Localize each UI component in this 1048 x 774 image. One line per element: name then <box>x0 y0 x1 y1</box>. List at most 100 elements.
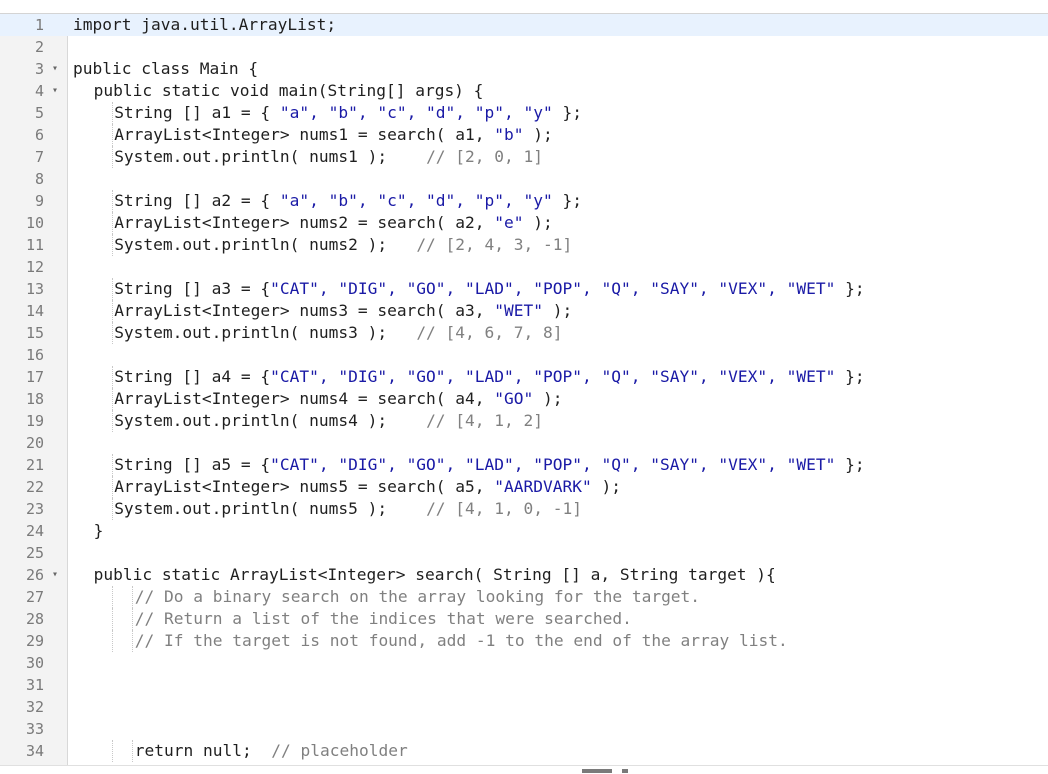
indent-guide <box>111 322 113 344</box>
indent-guide <box>111 102 113 124</box>
indent-guide <box>132 608 134 630</box>
code-comment: // Return a list of the indices that wer… <box>134 609 632 628</box>
code-text: // If the target is not found, add -1 to… <box>135 630 788 652</box>
code-text: String [] a3 = {"CAT", "DIG", "GO", "LAD… <box>114 278 864 300</box>
code-line[interactable]: 1 import java.util.ArrayList; <box>0 14 1048 36</box>
code-text: public static ArrayList<Integer> search(… <box>94 564 776 586</box>
code-text: // Do a binary search on the array looki… <box>135 586 700 608</box>
code-line[interactable]: 27 // Do a binary search on the array loo… <box>0 586 1048 608</box>
code-line[interactable]: 12 <box>0 256 1048 278</box>
fold-toggle-icon[interactable]: ▾ <box>49 58 61 80</box>
code-line[interactable]: 3 ▾ public class Main { <box>0 58 1048 80</box>
code-line[interactable]: 21 String [] a5 = {"CAT", "DIG", "GO", "L… <box>0 454 1048 476</box>
line-number: 25 <box>25 544 44 562</box>
fold-toggle-icon[interactable]: ▾ <box>49 564 61 586</box>
code-line[interactable]: 2 <box>0 36 1048 58</box>
line-number: 9 <box>34 192 44 210</box>
code-line[interactable]: 16 <box>0 344 1048 366</box>
code-comment: // [4, 1, 2] <box>426 411 544 430</box>
code-line[interactable]: 13 String [] a3 = {"CAT", "DIG", "GO", "L… <box>0 278 1048 300</box>
indent-guide <box>132 740 134 762</box>
code-line[interactable]: 10 ArrayList<Integer> nums2 = search( a2,… <box>0 212 1048 234</box>
code-text: // Return a list of the indices that wer… <box>135 608 632 630</box>
code-line[interactable]: 19 System.out.println( nums4 ); // [4, 1,… <box>0 410 1048 432</box>
code-string: "a", "b", "c", "d", "p", "y" <box>279 191 553 210</box>
code-line[interactable]: 23 System.out.println( nums5 ); // [4, 1,… <box>0 498 1048 520</box>
code-line[interactable]: 34 return null; // placeholder <box>0 740 1048 762</box>
line-number: 17 <box>25 368 44 386</box>
code-string: "GO" <box>494 389 534 408</box>
code-line[interactable]: 30 <box>0 652 1048 674</box>
code-line[interactable]: 25 <box>0 542 1048 564</box>
code-token: ArrayList<Integer> nums5 = search( a5, <box>114 477 495 496</box>
code-line[interactable]: 15 System.out.println( nums3 ); // [4, 6,… <box>0 322 1048 344</box>
line-number: 33 <box>25 720 44 738</box>
code-line[interactable]: 14 ArrayList<Integer> nums3 = search( a3,… <box>0 300 1048 322</box>
code-editor[interactable]: 1 import java.util.ArrayList; 2 3 ▾ public cl… <box>0 0 1048 774</box>
code-line[interactable]: 24} <box>0 520 1048 542</box>
code-token: ); <box>543 301 573 320</box>
line-number: 29 <box>25 632 44 650</box>
code-comment: // Do a binary search on the array looki… <box>134 587 701 606</box>
code-line[interactable]: 7 System.out.println( nums1 ); // [2, 0, … <box>0 146 1048 168</box>
code-line[interactable]: 22 ArrayList<Integer> nums5 = search( a5,… <box>0 476 1048 498</box>
code-text: System.out.println( nums2 ); // [2, 4, 3… <box>114 234 572 256</box>
code-token: System.out.println( nums5 ); <box>114 499 427 518</box>
indent-guide <box>111 212 113 234</box>
code-comment: // [4, 6, 7, 8] <box>416 323 563 342</box>
code-token: ); <box>533 389 563 408</box>
code-token: ); <box>523 213 553 232</box>
code-line[interactable]: 11 System.out.println( nums2 ); // [2, 4,… <box>0 234 1048 256</box>
code-line[interactable]: 26 ▾ public static ArrayList<Integer> sear… <box>0 564 1048 586</box>
scrollbar-indicator[interactable] <box>582 769 612 773</box>
code-line[interactable]: 32 <box>0 696 1048 718</box>
line-number: 7 <box>34 148 44 166</box>
code-line[interactable]: 6 ArrayList<Integer> nums1 = search( a1, … <box>0 124 1048 146</box>
line-number: 32 <box>25 698 44 716</box>
code-line[interactable]: 28 // Return a list of the indices that w… <box>0 608 1048 630</box>
code-token: String [] a3 = { <box>114 279 271 298</box>
code-text: return null; // placeholder <box>135 740 408 762</box>
code-text: String [] a4 = {"CAT", "DIG", "GO", "LAD… <box>114 366 864 388</box>
code-line[interactable]: 8 <box>0 168 1048 190</box>
code-token: System.out.println( nums4 ); <box>114 411 427 430</box>
code-comment: // [4, 1, 0, -1] <box>426 499 582 518</box>
code-text: System.out.println( nums4 ); // [4, 1, 2… <box>114 410 543 432</box>
code-text: System.out.println( nums1 ); // [2, 0, 1… <box>114 146 543 168</box>
code-text: ArrayList<Integer> nums3 = search( a3, "… <box>114 300 572 322</box>
code-line[interactable]: 33 <box>0 718 1048 740</box>
code-token: ArrayList<Integer> nums4 = search( a4, <box>114 389 495 408</box>
code-string: "WET" <box>494 301 544 320</box>
line-number: 5 <box>34 104 44 122</box>
code-text: ArrayList<Integer> nums1 = search( a1, "… <box>114 124 553 146</box>
code-line[interactable]: 5 String [] a1 = { "a", "b", "c", "d", "p… <box>0 102 1048 124</box>
code-text: String [] a5 = {"CAT", "DIG", "GO", "LAD… <box>114 454 864 476</box>
code-text: ArrayList<Integer> nums2 = search( a2, "… <box>114 212 553 234</box>
line-number: 21 <box>25 456 44 474</box>
code-line[interactable]: 9 String [] a2 = { "a", "b", "c", "d", "p… <box>0 190 1048 212</box>
code-line[interactable]: 31 <box>0 674 1048 696</box>
code-token: } <box>93 521 104 540</box>
code-line[interactable]: 4 ▾ public static void main(String[] args)… <box>0 80 1048 102</box>
fold-toggle-icon[interactable]: ▾ <box>49 80 61 102</box>
indent-guide <box>111 124 113 146</box>
code-string: "a", "b", "c", "d", "p", "y" <box>279 103 553 122</box>
code-token: }; <box>835 367 865 386</box>
code-line[interactable]: 20 <box>0 432 1048 454</box>
line-number: 13 <box>25 280 44 298</box>
code-token: ArrayList<Integer> nums3 = search( a3, <box>114 301 495 320</box>
indent-guide <box>111 740 113 762</box>
indent-guide <box>111 388 113 410</box>
code-comment: // If the target is not found, add -1 to… <box>134 631 788 650</box>
line-number: 23 <box>25 500 44 518</box>
line-number: 27 <box>25 588 44 606</box>
line-number: 31 <box>25 676 44 694</box>
code-text: String [] a1 = { "a", "b", "c", "d", "p"… <box>114 102 582 124</box>
code-line[interactable]: 18 ArrayList<Integer> nums4 = search( a4,… <box>0 388 1048 410</box>
code-line[interactable]: 29 // If the target is not found, add -1 … <box>0 630 1048 652</box>
code-line[interactable]: 17 String [] a4 = {"CAT", "DIG", "GO", "L… <box>0 366 1048 388</box>
indent-guide <box>111 300 113 322</box>
line-number: 12 <box>25 258 44 276</box>
indent-guide <box>111 476 113 498</box>
code-token: public static void main(String[] args) { <box>93 81 484 100</box>
